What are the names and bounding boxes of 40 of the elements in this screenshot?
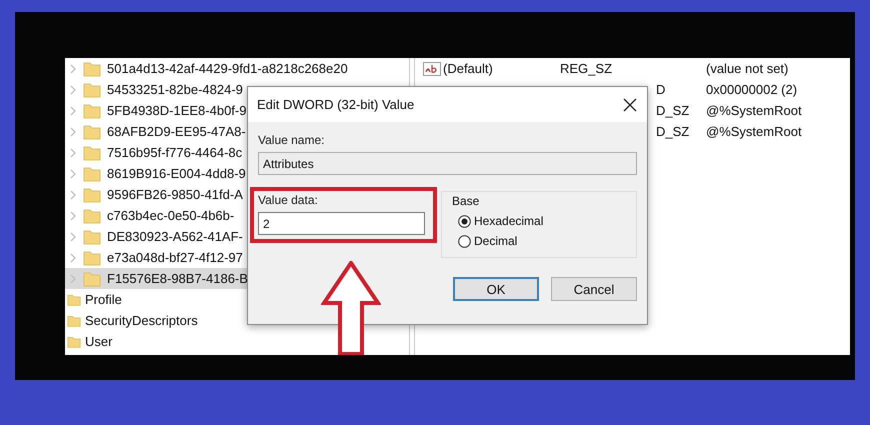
table-cell: (Default) (443, 61, 493, 76)
folder-icon (83, 228, 101, 244)
folder-icon (83, 270, 101, 286)
folder-icon (83, 124, 101, 140)
tree-item[interactable]: e73a048d-bf27-4f12-97 (65, 247, 409, 268)
dialog-title: Edit DWORD (32-bit) Value (257, 97, 414, 112)
tree-item[interactable]: Profile (65, 289, 409, 310)
folder-icon (83, 186, 101, 202)
tree-item[interactable]: 54533251-82be-4824-9 (65, 79, 409, 100)
radio-button[interactable] (458, 234, 471, 248)
tree-item[interactable]: SecurityDescriptors (65, 310, 409, 331)
dialog-button[interactable]: Cancel (551, 277, 637, 301)
field-label: Value data: (258, 193, 318, 207)
dialog-button[interactable]: OK (453, 277, 539, 301)
folder-icon (83, 250, 101, 266)
table-cell: D_SZ (656, 103, 690, 118)
value-name-field[interactable]: Attributes (258, 152, 637, 175)
table-cell: @%SystemRoot (706, 124, 802, 139)
folder-icon (83, 144, 101, 160)
radio-button[interactable] (458, 214, 471, 228)
folder-icon (83, 208, 101, 224)
tree-item[interactable]: User (65, 331, 409, 352)
folder-icon (83, 166, 101, 182)
table-cell: @%SystemRoot (706, 103, 802, 118)
tree-item[interactable]: 501a4d13-42af-4429-9fd1-a8218c268e20 (65, 58, 409, 79)
folder-icon (83, 60, 101, 76)
table-cell: (value not set) (706, 61, 788, 76)
close-icon[interactable] (623, 98, 637, 112)
string-value-icon (423, 62, 441, 76)
radio-label[interactable]: Decimal (474, 234, 518, 248)
group-label: Base (452, 194, 480, 208)
folder-icon (83, 82, 101, 98)
folder-icon (83, 102, 101, 118)
table-cell: D_SZ (656, 124, 690, 139)
table-cell: REG_SZ (560, 61, 612, 76)
value-data-field[interactable]: 2 (258, 212, 425, 235)
table-cell: D (656, 82, 666, 97)
radio-label[interactable]: Hexadecimal (474, 214, 544, 228)
field-label: Value name: (258, 133, 326, 147)
table-cell: 0x00000002 (2) (706, 82, 798, 97)
